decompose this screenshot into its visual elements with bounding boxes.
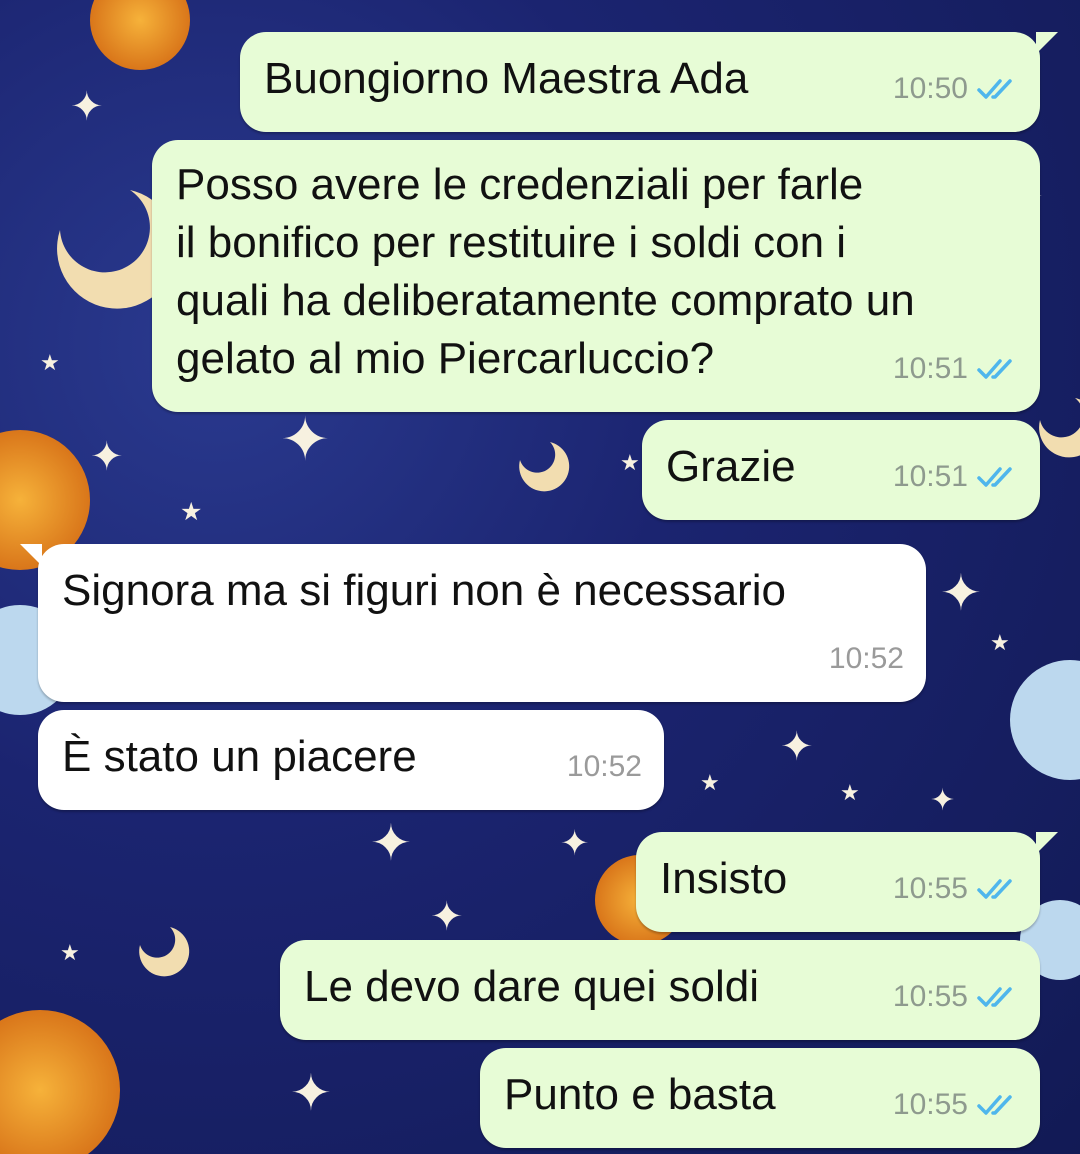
- message-time: 10:51: [892, 460, 968, 493]
- read-ticks-icon: [977, 987, 1012, 1007]
- svg-text:✦: ✦: [780, 724, 814, 770]
- message-time: 10:55: [892, 1088, 968, 1121]
- svg-text:✦: ✦: [70, 84, 104, 130]
- message-text: Insisto: [660, 854, 788, 903]
- message-meta: 10:55: [893, 968, 1018, 1026]
- outgoing-message[interactable]: Posso avere le credenziali per farle il …: [152, 140, 1040, 412]
- svg-text:★: ★: [700, 771, 720, 796]
- read-ticks-icon: [977, 1095, 1012, 1115]
- svg-text:✦: ✦: [370, 814, 412, 872]
- read-ticks-icon: [977, 79, 1012, 99]
- outgoing-message[interactable]: Punto e basta 10:55: [480, 1048, 1040, 1148]
- message-time: 10:51: [892, 352, 968, 385]
- svg-text:✦: ✦: [90, 434, 124, 480]
- read-ticks-icon: [977, 879, 1012, 899]
- message-meta: 10:51: [893, 448, 1018, 506]
- svg-text:★: ★: [990, 631, 1010, 656]
- message-time: 10:55: [892, 872, 968, 905]
- svg-text:✦: ✦: [560, 824, 589, 864]
- message-text: Punto e basta: [504, 1070, 776, 1119]
- outgoing-message[interactable]: Buongiorno Maestra Ada 10:50: [240, 32, 1058, 132]
- read-ticks-icon: [977, 359, 1012, 379]
- message-meta: 10:55: [893, 1076, 1018, 1134]
- svg-text:✦: ✦: [940, 564, 982, 622]
- message-meta: 10:50: [893, 60, 1018, 118]
- bubble-tail: [20, 544, 42, 566]
- svg-text:★: ★: [620, 451, 640, 476]
- svg-text:★: ★: [840, 781, 860, 806]
- bubble-tail: [1036, 32, 1058, 54]
- outgoing-message[interactable]: Le devo dare quei soldi 10:55: [280, 940, 1040, 1040]
- message-time: 10:50: [892, 72, 968, 105]
- message-text: Signora ma si figuri non è necessario: [62, 566, 786, 615]
- incoming-message[interactable]: È stato un piacere 10:52: [38, 710, 664, 810]
- message-time: 10:55: [892, 980, 968, 1013]
- read-ticks-icon: [977, 467, 1012, 487]
- message-meta: 10:52: [567, 738, 642, 796]
- svg-text:✦: ✦: [290, 1064, 332, 1122]
- message-text: Posso avere le credenziali per farle il …: [176, 160, 915, 383]
- message-text: È stato un piacere: [62, 732, 417, 781]
- message-time: 10:52: [566, 750, 642, 783]
- message-meta: 10:52: [829, 630, 904, 688]
- svg-text:✦: ✦: [280, 405, 330, 475]
- svg-text:★: ★: [60, 941, 80, 966]
- svg-text:★: ★: [40, 351, 60, 376]
- message-text: Grazie: [666, 442, 796, 491]
- message-meta: 10:55: [893, 860, 1018, 918]
- message-time: 10:52: [828, 642, 904, 675]
- bubble-tail: [1036, 832, 1058, 854]
- outgoing-message[interactable]: Insisto 10:55: [636, 832, 1058, 932]
- message-text: Le devo dare quei soldi: [304, 962, 759, 1011]
- svg-text:✦: ✦: [930, 783, 955, 818]
- message-text: Buongiorno Maestra Ada: [264, 54, 749, 103]
- svg-text:✦: ✦: [430, 894, 464, 940]
- message-meta: 10:51: [893, 340, 1018, 398]
- outgoing-message[interactable]: Grazie 10:51: [642, 420, 1040, 520]
- incoming-message[interactable]: Signora ma si figuri non è necessario 10…: [20, 544, 926, 702]
- svg-text:★: ★: [180, 497, 202, 526]
